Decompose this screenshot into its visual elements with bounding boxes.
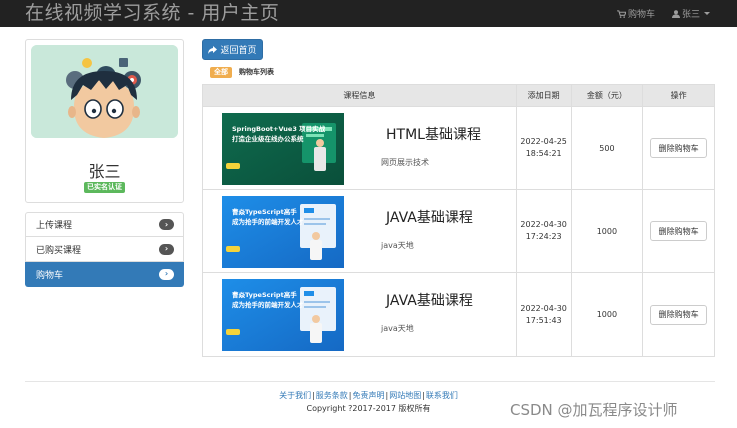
column-header-action: 操作 (642, 85, 714, 106)
course-name[interactable]: JAVA基础课程 (386, 290, 473, 310)
course-source: java天地 (381, 241, 414, 250)
profile-card: 张三 已实名认证 (25, 39, 184, 203)
chevron-right-icon: › (159, 219, 174, 230)
course-thumbnail[interactable]: 曹焱TypeScript高手 成为抢手的前端开发人才 (222, 279, 344, 351)
column-header-date: 添加日期 (515, 85, 571, 106)
shopping-cart-icon (617, 9, 626, 18)
chevron-right-icon: › (159, 268, 174, 280)
footer-link-contact[interactable]: 联系我们 (426, 391, 458, 400)
added-date-cell: 2022-04-30 17:24:23 (515, 190, 571, 272)
footer-link-sitemap[interactable]: 网站地图 (389, 391, 421, 400)
thumbnail-title-line2: 成为抢手的前端开发人才 (232, 218, 304, 226)
footer-divider (25, 381, 715, 382)
thumbnail-title-line1: SpringBoot+Vue3 项目实战 (232, 125, 326, 133)
menu-item-label: 上传课程 (36, 221, 73, 231)
nav-cart-label: 购物车 (628, 10, 656, 20)
site-brand[interactable]: 在线视频学习系统 - 用户主页 (25, 1, 279, 25)
footer-link-terms[interactable]: 服务条款 (316, 391, 348, 400)
table-header: 课程信息 添加日期 金额（元） 操作 (203, 85, 714, 107)
user-name: 张三 (88, 162, 121, 181)
course-thumbnail[interactable]: 曹焱TypeScript高手 成为抢手的前端开发人才 (222, 196, 344, 268)
amount-cell: 1000 (570, 273, 643, 356)
filter-all-label: 全部 (210, 67, 232, 78)
course-name[interactable]: JAVA基础课程 (386, 207, 473, 227)
footer-link-about[interactable]: 关于我们 (279, 391, 311, 400)
remove-from-cart-button[interactable]: 删除购物车 (650, 304, 708, 325)
menu-item-cart[interactable]: 购物车 › (25, 262, 184, 287)
column-header-amount: 金额（元） (570, 85, 643, 106)
added-time: 17:24:23 (525, 232, 562, 241)
menu-item-label: 购物车 (36, 270, 64, 281)
nav-user-label: 张三 (682, 10, 701, 20)
course-name[interactable]: HTML基础课程 (386, 124, 481, 144)
course-info-cell: 曹焱TypeScript高手 成为抢手的前端开发人才 JAVA基础课程 java… (203, 273, 516, 356)
table-row: 曹焱TypeScript高手 成为抢手的前端开发人才 JAVA基础课程 java… (203, 190, 714, 273)
csdn-watermark: CSDN @加瓦程序设计师 (510, 401, 678, 419)
amount-cell: 500 (570, 107, 643, 189)
thumbnail-title-line2: 成为抢手的前端开发人才 (232, 301, 304, 309)
added-date: 2022-04-30 (520, 220, 567, 229)
course-info-cell: SpringBoot+Vue3 项目实战 打造企业级在线办公系统 HTML基础课… (203, 107, 516, 189)
course-source: 网页展示技术 (381, 158, 429, 167)
action-cell: 删除购物车 (642, 273, 714, 356)
remove-from-cart-button[interactable]: 删除购物车 (650, 138, 708, 158)
verified-badge: 已实名认证 (84, 182, 125, 193)
menu-item-purchased-courses[interactable]: 已购买课程 › (25, 237, 184, 262)
added-time: 18:54:21 (525, 149, 562, 158)
course-info-cell: 曹焱TypeScript高手 成为抢手的前端开发人才 JAVA基础课程 java… (203, 190, 516, 272)
user-menu: 上传课程 › 已购买课程 › 购物车 › (25, 212, 184, 287)
back-home-button[interactable]: 返回首页 (202, 39, 263, 60)
chevron-right-icon: › (159, 243, 174, 255)
thumbnail-title-line2: 打造企业级在线办公系统 (232, 135, 304, 143)
thumbnail-title-line1: 曹焱TypeScript高手 (232, 291, 297, 299)
added-date: 2022-04-25 (520, 137, 567, 146)
added-date-cell: 2022-04-25 18:54:21 (515, 107, 571, 189)
back-home-label: 返回首页 (220, 46, 257, 56)
thumbnail-title-line1: 曹焱TypeScript高手 (232, 208, 297, 216)
added-date: 2022-04-30 (520, 303, 567, 313)
menu-item-upload-course[interactable]: 上传课程 › (25, 212, 184, 237)
caret-down-icon (704, 12, 711, 15)
cart-table: 课程信息 添加日期 金额（元） 操作 SpringBoot+Vue3 项目实战 … (202, 84, 715, 357)
avatar (31, 45, 178, 138)
course-thumbnail[interactable]: SpringBoot+Vue3 项目实战 打造企业级在线办公系统 (222, 113, 344, 185)
top-navbar: 在线视频学习系统 - 用户主页 购物车 张三 (0, 0, 737, 27)
remove-from-cart-button[interactable]: 删除购物车 (650, 221, 708, 241)
share-arrow-icon (208, 45, 218, 54)
nav-cart-link[interactable]: 购物车 (617, 7, 655, 20)
action-cell: 删除购物车 (642, 107, 714, 189)
added-date-cell: 2022-04-30 17:51:43 (515, 273, 571, 356)
table-row: 曹焱TypeScript高手 成为抢手的前端开发人才 JAVA基础课程 java… (203, 273, 714, 356)
amount-cell: 1000 (570, 190, 643, 272)
user-icon (672, 9, 680, 18)
nav-user-dropdown[interactable]: 张三 (672, 7, 711, 20)
cart-list-title: 购物车列表 (239, 68, 274, 76)
menu-item-label: 已购买课程 (36, 245, 82, 256)
footer-link-disclaimer[interactable]: 免责声明 (353, 391, 385, 400)
added-time: 17:51:43 (525, 315, 562, 325)
course-source: java天地 (381, 324, 414, 333)
action-cell: 删除购物车 (642, 190, 714, 272)
table-row: SpringBoot+Vue3 项目实战 打造企业级在线办公系统 HTML基础课… (203, 107, 714, 190)
column-header-course: 课程信息 (343, 91, 376, 100)
